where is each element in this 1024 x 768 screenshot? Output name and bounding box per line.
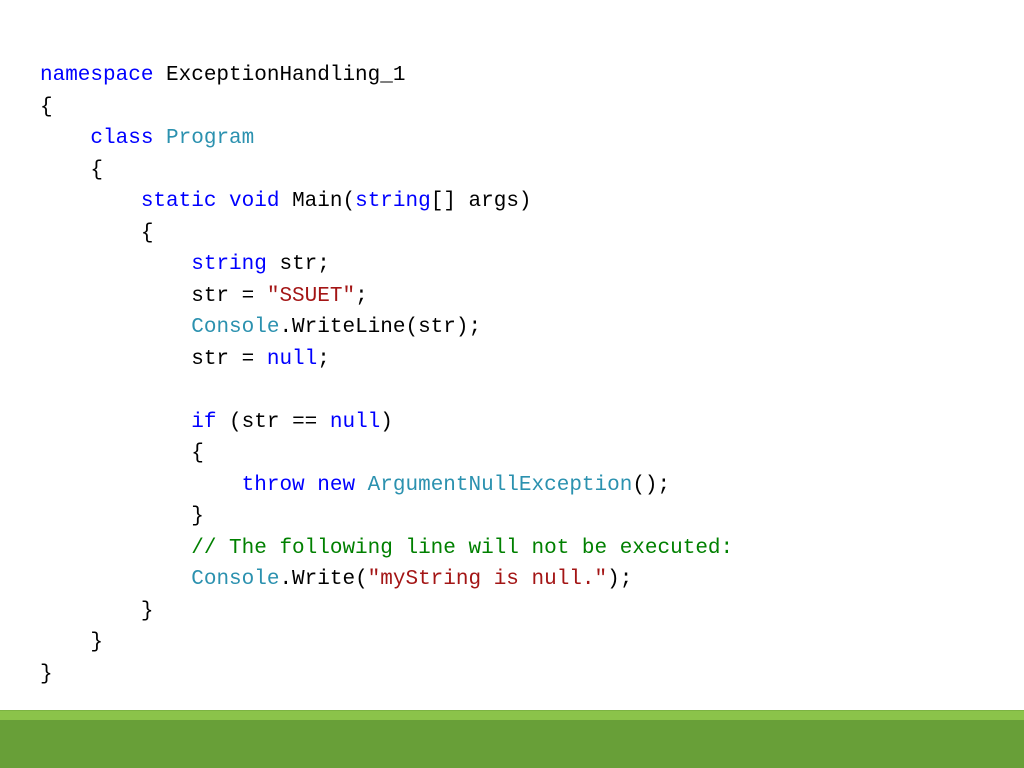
brace: }: [40, 631, 103, 654]
semicolon: ;: [317, 348, 330, 371]
ctor-call: ();: [632, 474, 670, 497]
class-console: Console: [191, 568, 279, 591]
var-decl: str;: [267, 253, 330, 276]
paren: );: [607, 568, 632, 591]
paren: ): [380, 411, 393, 434]
comment: // The following line will not be execut…: [191, 537, 733, 560]
keyword-throw: throw: [242, 474, 305, 497]
condition: (str ==: [216, 411, 329, 434]
method-name: Main(: [279, 190, 355, 213]
class-console: Console: [191, 316, 279, 339]
params: [] args): [431, 190, 532, 213]
string-literal: "SSUET": [267, 285, 355, 308]
keyword-null: null: [330, 411, 380, 434]
brace: {: [40, 222, 153, 245]
brace: {: [40, 442, 204, 465]
keyword-null: null: [267, 348, 317, 371]
assign: str =: [40, 348, 267, 371]
class-exception: ArgumentNullException: [355, 474, 632, 497]
semicolon: ;: [355, 285, 368, 308]
assign: str =: [40, 285, 267, 308]
footer-accent-bar: [0, 710, 1024, 720]
brace: {: [40, 96, 53, 119]
brace: {: [40, 159, 103, 182]
type-string: string: [355, 190, 431, 213]
brace: }: [40, 663, 53, 686]
class-name: Program: [153, 127, 254, 150]
keyword-new: new: [305, 474, 355, 497]
keyword-if: if: [191, 411, 216, 434]
keyword-void: void: [216, 190, 279, 213]
type-string: string: [191, 253, 267, 276]
method-call: .WriteLine(str);: [279, 316, 481, 339]
code-block: namespace ExceptionHandling_1 { class Pr…: [0, 0, 1024, 730]
string-literal: "myString is null.": [368, 568, 607, 591]
namespace-name: ExceptionHandling_1: [153, 64, 405, 87]
brace: }: [40, 505, 204, 528]
footer-main-bar: [0, 720, 1024, 768]
slide-footer: [0, 710, 1024, 768]
method-call: .Write(: [279, 568, 367, 591]
keyword-static: static: [141, 190, 217, 213]
keyword-class: class: [90, 127, 153, 150]
brace: }: [40, 600, 153, 623]
keyword-namespace: namespace: [40, 64, 153, 87]
